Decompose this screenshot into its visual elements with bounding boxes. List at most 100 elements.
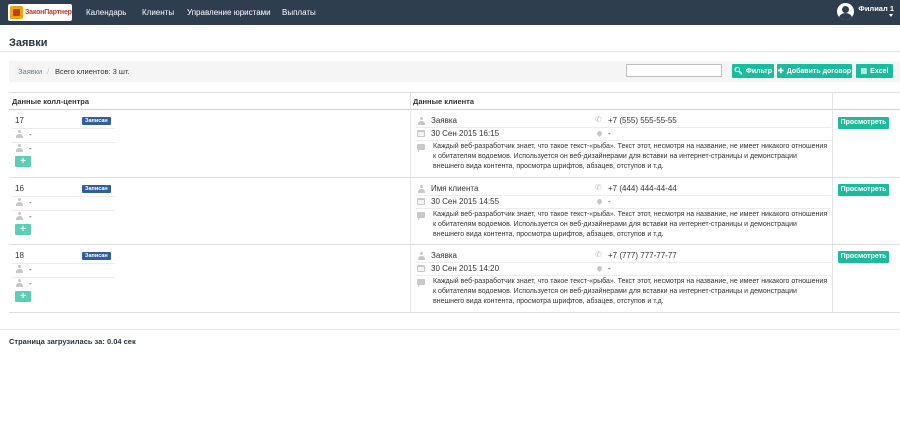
filter-label: Фильтр <box>745 67 772 75</box>
client-date: 30 Сен 2015 14:55 <box>431 197 500 206</box>
user-icon <box>418 185 425 193</box>
file-icon: ▤ <box>860 68 868 75</box>
callcenter-field: - <box>29 130 32 139</box>
logo-icon <box>10 6 23 19</box>
client-description: Каждый веб-разработчик знает, что такое … <box>433 278 828 305</box>
chevron-down-icon <box>889 14 893 17</box>
client-phone: +7 (444) 444-44-44 <box>608 184 677 193</box>
client-description: Каждый веб-разработчик знает, что такое … <box>433 211 828 238</box>
top-navbar: ЗаконПартнер Календарь Клиенты Управлени… <box>0 0 900 25</box>
page-load-time: Страница загрузилась за: 0.04 сек <box>9 337 136 346</box>
client-name: Имя клиента <box>431 184 479 193</box>
divider <box>12 263 115 264</box>
comment-icon <box>417 212 425 220</box>
row-number: 16 <box>15 184 24 193</box>
comment-icon <box>417 279 425 287</box>
branch-selector[interactable]: Филиал 1 <box>837 3 894 22</box>
user-icon <box>16 144 23 152</box>
divider <box>12 210 115 211</box>
user-icon <box>418 117 425 125</box>
user-icon <box>16 198 23 206</box>
divider <box>0 51 900 52</box>
location-icon <box>595 129 604 138</box>
add-contract-button[interactable]: ✚ Добавить договор <box>777 64 852 78</box>
row-number: 18 <box>15 251 24 260</box>
client-address: - <box>608 197 611 206</box>
divider <box>0 329 900 330</box>
table-row: 17 Записан - - + Заявка ✆ +7 (555) 555-5… <box>9 110 900 178</box>
divider <box>12 128 115 129</box>
client-date: 30 Сен 2015 14:20 <box>431 264 500 273</box>
search-icon: 🔍︎ <box>733 68 743 75</box>
divider <box>416 195 831 196</box>
add-contract-label: Добавить договор <box>786 67 852 75</box>
status-badge: Записан <box>82 117 111 125</box>
page-title: Заявки <box>9 37 48 49</box>
client-name: Заявка <box>431 116 457 125</box>
client-description: Каждый веб-разработчик знает, что такое … <box>433 143 828 170</box>
location-icon <box>595 197 604 206</box>
calendar-icon <box>417 198 425 205</box>
excel-button[interactable]: ▤ Excel <box>856 64 893 78</box>
client-address: - <box>608 129 611 138</box>
divider <box>416 140 831 141</box>
callcenter-field: - <box>29 144 32 153</box>
divider <box>416 208 831 209</box>
user-icon <box>418 252 425 260</box>
divider <box>416 127 831 128</box>
avatar-icon <box>837 3 855 20</box>
view-button[interactable]: Просмотреть <box>838 184 889 196</box>
phone-icon: ✆ <box>595 250 602 259</box>
callcenter-field: - <box>29 265 32 274</box>
divider <box>12 196 115 197</box>
breadcrumb-link[interactable]: Заявки <box>18 67 42 76</box>
callcenter-field: - <box>29 212 32 221</box>
add-button[interactable]: + <box>15 224 31 235</box>
client-phone: +7 (777) 777-77-77 <box>608 251 677 260</box>
branch-name: Филиал 1 <box>858 4 894 13</box>
nav-item-payments[interactable]: Выплаты <box>282 8 316 17</box>
calendar-icon <box>417 265 425 272</box>
add-button[interactable]: + <box>15 156 31 167</box>
add-button[interactable]: + <box>15 291 31 302</box>
client-count: Всего клиентов: 3 шт. <box>55 67 130 76</box>
divider <box>12 142 115 143</box>
search-input[interactable] <box>626 64 722 77</box>
logo[interactable]: ЗаконПартнер <box>8 4 72 21</box>
client-phone: +7 (555) 555-55-55 <box>608 116 677 125</box>
divider <box>12 277 115 278</box>
plus-icon: ✚ <box>777 68 784 75</box>
divider <box>416 275 831 276</box>
view-button[interactable]: Просмотреть <box>838 117 889 129</box>
client-date: 30 Сен 2015 16:15 <box>431 129 500 138</box>
calendar-icon <box>417 130 425 137</box>
excel-label: Excel <box>870 67 889 75</box>
filter-button[interactable]: 🔍︎ Фильтр <box>732 64 774 78</box>
nav-item-lawyers[interactable]: Управление юристами <box>187 8 271 17</box>
callcenter-field: - <box>29 279 32 288</box>
phone-icon: ✆ <box>595 183 602 192</box>
nav-item-clients[interactable]: Клиенты <box>142 8 174 17</box>
row-number: 17 <box>15 116 24 125</box>
table-row: 16 Записан - - + Имя клиента ✆ +7 (444) … <box>9 178 900 245</box>
user-icon <box>16 130 23 138</box>
comment-icon <box>417 144 425 152</box>
toolbar: Заявки / Всего клиентов: 3 шт. 🔍︎ Фильтр … <box>9 61 900 82</box>
nav-item-calendar[interactable]: Календарь <box>86 8 126 17</box>
status-badge: Записан <box>82 185 111 193</box>
callcenter-field: - <box>29 198 32 207</box>
column-header-callcenter: Данные колл-центра <box>12 97 90 106</box>
user-icon <box>16 265 23 273</box>
breadcrumb-separator: / <box>47 67 50 76</box>
column-header-client: Данные клиента <box>413 97 474 106</box>
view-button[interactable]: Просмотреть <box>838 251 889 263</box>
status-badge: Записан <box>82 252 111 260</box>
location-icon <box>595 264 604 273</box>
logo-text: ЗаконПартнер <box>25 9 72 16</box>
table-row: 18 Записан - - + Заявка ✆ +7 (777) 777-7… <box>9 245 900 313</box>
user-icon <box>16 279 23 287</box>
table-header: Данные колл-центра Данные клиента <box>9 92 900 110</box>
client-name: Заявка <box>431 251 457 260</box>
client-address: - <box>608 264 611 273</box>
divider <box>416 262 831 263</box>
